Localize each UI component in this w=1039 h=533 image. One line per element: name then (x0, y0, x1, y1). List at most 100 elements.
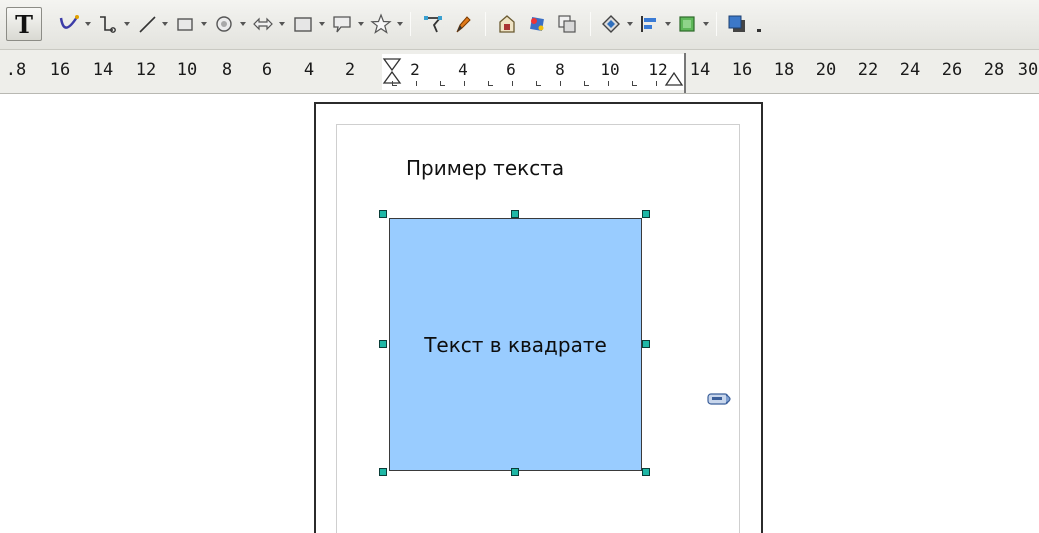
selected-square-shape[interactable]: Текст в квадрате (389, 218, 642, 471)
toolbar-separator (485, 12, 486, 36)
ruler-number: .8 (5, 60, 27, 80)
resize-handle-bottom-left[interactable] (379, 468, 387, 476)
ruler-number: 4 (458, 60, 468, 79)
flowchart-button[interactable] (290, 8, 316, 40)
curve-button[interactable] (56, 8, 82, 40)
ruler-tick (584, 85, 589, 86)
drawing-toolbar: T (0, 0, 1039, 50)
ruler-tick (464, 81, 465, 86)
from-file-button[interactable] (494, 8, 520, 40)
ruler-tick (560, 81, 561, 86)
ruler-number: 8 (555, 60, 565, 79)
position-size-button[interactable] (554, 8, 580, 40)
resize-handle-bottom-right[interactable] (642, 468, 650, 476)
ruler-number: 26 (941, 60, 963, 80)
block-arrows-button[interactable] (250, 8, 276, 40)
rectangle-dropdown-arrow[interactable] (199, 8, 208, 40)
rotate-icon (602, 15, 620, 33)
rectangle-icon (177, 18, 193, 31)
ruler-number: 16 (731, 60, 753, 80)
text-tool-button[interactable]: T (6, 7, 42, 41)
toolbar-overflow-button[interactable] (754, 8, 764, 40)
rotate-button[interactable] (598, 8, 624, 40)
sample-text[interactable]: Пример текста (406, 156, 564, 180)
ruler-page-area (382, 54, 684, 90)
shape-text[interactable]: Текст в квадрате (424, 333, 607, 357)
ruler-tick (608, 81, 609, 86)
ruler-number: 14 (689, 60, 711, 80)
callout-dropdown-arrow[interactable] (356, 8, 365, 40)
shadow-button[interactable] (724, 8, 750, 40)
fontwork-button[interactable] (450, 8, 476, 40)
ruler-number: 28 (983, 60, 1005, 80)
ruler-tick (392, 85, 397, 86)
extrusion-button[interactable] (524, 8, 550, 40)
resize-handle-bottom[interactable] (511, 468, 519, 476)
resize-handle-right[interactable] (642, 340, 650, 348)
stars-button[interactable] (368, 8, 394, 40)
arrange-button[interactable] (674, 8, 700, 40)
arrange-dropdown-arrow[interactable] (701, 8, 710, 40)
points-button[interactable] (420, 8, 446, 40)
ruler-number: 16 (49, 60, 71, 80)
ruler-number: 10 (600, 60, 620, 79)
line-dropdown-arrow[interactable] (160, 8, 169, 40)
ellipse-icon (216, 16, 232, 32)
star-icon (370, 13, 392, 34)
block-arrows-dropdown-arrow[interactable] (277, 8, 286, 40)
line-button[interactable] (134, 8, 160, 40)
ruler-number: 12 (135, 60, 157, 80)
flowchart-dropdown-arrow[interactable] (317, 8, 326, 40)
ruler-tick (440, 85, 445, 86)
ruler-number: 6 (506, 60, 516, 79)
align-icon (641, 16, 656, 32)
connector-button[interactable] (94, 8, 120, 40)
connector-dropdown-arrow[interactable] (122, 8, 131, 40)
ellipse-dropdown-arrow[interactable] (238, 8, 247, 40)
ruler-number: 22 (857, 60, 879, 80)
text-tool-label: T (15, 9, 33, 39)
ruler-number: 30 (1017, 60, 1039, 80)
right-indent-marker-icon[interactable] (664, 70, 684, 86)
connector-icon (100, 16, 116, 33)
resize-handle-left[interactable] (379, 340, 387, 348)
rectangle-button[interactable] (172, 8, 198, 40)
resize-handle-top-right[interactable] (642, 210, 650, 218)
ruler-number: 2 (344, 60, 356, 80)
shadow-icon (728, 15, 745, 32)
ruler-number: 4 (303, 60, 315, 80)
ruler-tick (416, 81, 417, 86)
curve-icon (59, 15, 79, 29)
points-icon (424, 16, 442, 33)
line-icon (139, 16, 156, 33)
ruler-number: 18 (773, 60, 795, 80)
resize-handle-top[interactable] (511, 210, 519, 218)
toolbar-separator (590, 12, 591, 36)
ruler-tick (488, 85, 493, 86)
flowchart-icon (294, 17, 312, 32)
ruler-tick (656, 81, 657, 86)
callout-button[interactable] (329, 8, 355, 40)
resize-handle-top-left[interactable] (379, 210, 387, 218)
ruler-number: 24 (899, 60, 921, 80)
align-button[interactable] (636, 8, 662, 40)
arrange-icon (679, 16, 695, 32)
ruler-tick (632, 85, 637, 86)
fontwork-icon (456, 16, 471, 33)
extrusion-icon (530, 17, 544, 31)
overflow-icon (757, 29, 761, 32)
ellipse-button[interactable] (211, 8, 237, 40)
curve-dropdown-arrow[interactable] (83, 8, 92, 40)
stars-dropdown-arrow[interactable] (395, 8, 404, 40)
anchor-icon[interactable] (706, 390, 736, 408)
position-icon (558, 15, 576, 33)
toolbar-separator (410, 12, 411, 36)
align-dropdown-arrow[interactable] (663, 8, 672, 40)
ruler-number: 6 (261, 60, 273, 80)
from-file-icon (499, 15, 515, 33)
ruler-number: 8 (221, 60, 233, 80)
rotate-dropdown-arrow[interactable] (625, 8, 634, 40)
ruler-number: 10 (176, 60, 198, 80)
ruler-tick (512, 81, 513, 86)
ruler-number: 14 (92, 60, 114, 80)
